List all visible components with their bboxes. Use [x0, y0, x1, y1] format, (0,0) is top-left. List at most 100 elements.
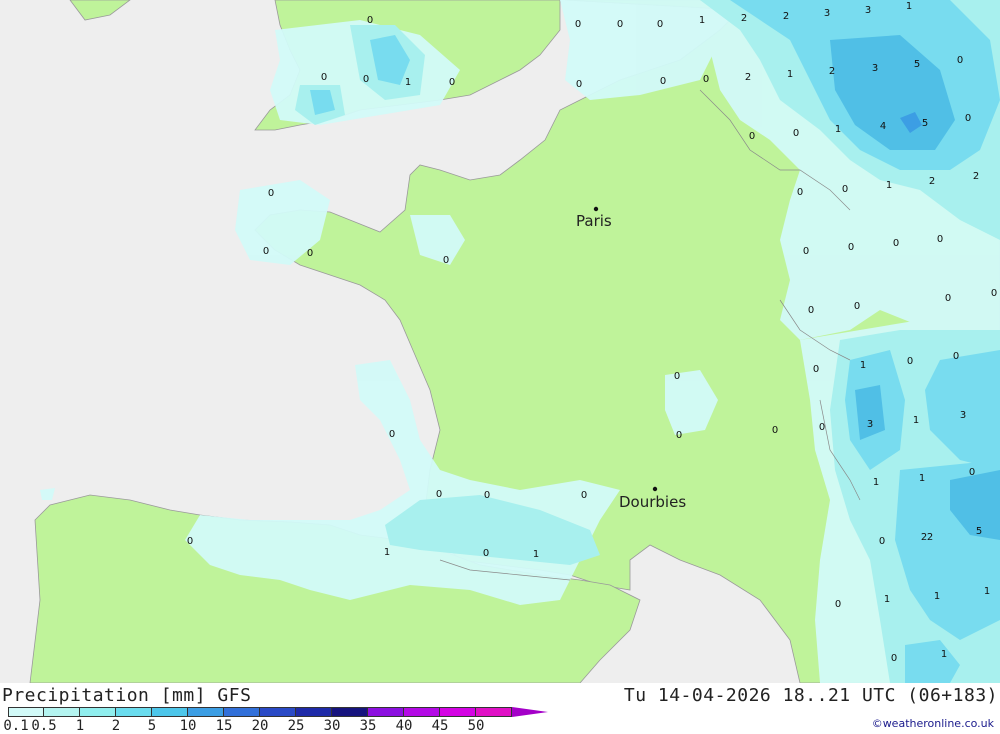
legend-swatch: [8, 707, 44, 717]
value-label: 0: [797, 187, 803, 198]
value-label: 0: [660, 76, 666, 87]
legend-swatch: [116, 707, 152, 717]
value-label: 0: [363, 74, 369, 85]
value-label: 0: [443, 255, 449, 266]
value-label: 0: [835, 599, 841, 610]
value-label: 0: [436, 489, 442, 500]
value-label: 0: [891, 653, 897, 664]
value-label: 4: [880, 121, 886, 132]
value-label: 1: [860, 360, 866, 371]
value-label: 5: [976, 526, 982, 537]
legend-swatch: [152, 707, 188, 717]
value-label: 0: [793, 128, 799, 139]
value-label: 0: [674, 371, 680, 382]
legend-label: 20: [251, 718, 269, 734]
value-label: 5: [914, 59, 920, 70]
value-label: 2: [741, 13, 747, 24]
value-label: 2: [927, 532, 933, 543]
legend-label: 40: [395, 718, 413, 734]
value-label: 2: [921, 532, 927, 543]
map-title: Precipitation [mm] GFS: [2, 685, 252, 706]
legend-label: 5: [147, 718, 157, 734]
value-label: 0: [772, 425, 778, 436]
value-label: 1: [873, 477, 879, 488]
value-label: 0: [187, 536, 193, 547]
legend-label: 35: [359, 718, 377, 734]
legend-label: 0.5: [31, 718, 57, 734]
value-label: 1: [906, 1, 912, 12]
value-label: 1: [886, 180, 892, 191]
value-label: 0: [703, 74, 709, 85]
value-label: 0: [965, 113, 971, 124]
value-label: 3: [865, 5, 871, 16]
value-label: 1: [405, 77, 411, 88]
value-label: 2: [745, 72, 751, 83]
value-label: 1: [384, 547, 390, 558]
value-label: 1: [533, 549, 539, 560]
value-label: 0: [819, 422, 825, 433]
legend-swatch: [260, 707, 296, 717]
value-label: 0: [854, 301, 860, 312]
value-label: 0: [957, 55, 963, 66]
value-label: 1: [699, 15, 705, 26]
legend-label: 25: [287, 718, 305, 734]
value-label: 0: [842, 184, 848, 195]
value-label: 2: [829, 66, 835, 77]
legend-label: 1: [75, 718, 85, 734]
value-label: 1: [984, 586, 990, 597]
value-label: 0: [879, 536, 885, 547]
value-label: 0: [483, 548, 489, 559]
value-label: 0: [953, 351, 959, 362]
value-label: 0: [676, 430, 682, 441]
city-marker: [593, 206, 599, 212]
value-label: 1: [941, 649, 947, 660]
legend-label: 10: [179, 718, 197, 734]
value-label: 0: [813, 364, 819, 375]
city-label: Paris: [576, 212, 612, 230]
value-label: 0: [321, 72, 327, 83]
value-label: 3: [872, 63, 878, 74]
legend-swatch: [368, 707, 404, 717]
value-label: 0: [945, 293, 951, 304]
value-label: 1: [787, 69, 793, 80]
value-label: 0: [449, 77, 455, 88]
value-label: 0: [848, 242, 854, 253]
precipitation-map: 0 0 1 0 0 0 0 0 0 1 2 2 3 3 1 0 0 0 2 1 …: [0, 0, 1000, 683]
value-label: 3: [960, 410, 966, 421]
value-label: 3: [867, 419, 873, 430]
legend-label: 50: [467, 718, 485, 734]
legend-swatch: [188, 707, 224, 717]
legend-label: 0.1: [3, 718, 29, 734]
city-label: Dourbies: [619, 493, 686, 511]
legend-swatch: [80, 707, 116, 717]
legend-swatch: [404, 707, 440, 717]
value-label: 0: [484, 490, 490, 501]
value-label: 0: [969, 467, 975, 478]
forecast-datetime: Tu 14-04-2026 18..21 UTC (06+183): [623, 685, 998, 706]
credit-link[interactable]: ©weatheronline.co.uk: [872, 717, 994, 730]
legend-swatch: [332, 707, 368, 717]
legend-labels: 0.1 0.5 1 2 5 10 15 20 25 30 35 40 45 50: [0, 718, 520, 734]
legend-label: 30: [323, 718, 341, 734]
value-label: 0: [389, 429, 395, 440]
value-label: 0: [576, 79, 582, 90]
legend-label: 45: [431, 718, 449, 734]
value-label: 5: [922, 118, 928, 129]
value-label: 1: [934, 591, 940, 602]
legend-color-scale: [8, 707, 548, 717]
value-label: 0: [268, 188, 274, 199]
city-marker: [652, 486, 658, 492]
legend-swatch: [224, 707, 260, 717]
value-label: 0: [937, 234, 943, 245]
value-label: 2: [783, 11, 789, 22]
value-label: 0: [657, 19, 663, 30]
value-label: 0: [617, 19, 623, 30]
value-label: 0: [991, 288, 997, 299]
value-label: 0: [581, 490, 587, 501]
value-label: 0: [893, 238, 899, 249]
value-label: 1: [913, 415, 919, 426]
value-label: 0: [307, 248, 313, 259]
legend-swatch: [44, 707, 80, 717]
value-label: 2: [973, 171, 979, 182]
legend-arrow-icon: [512, 707, 548, 717]
